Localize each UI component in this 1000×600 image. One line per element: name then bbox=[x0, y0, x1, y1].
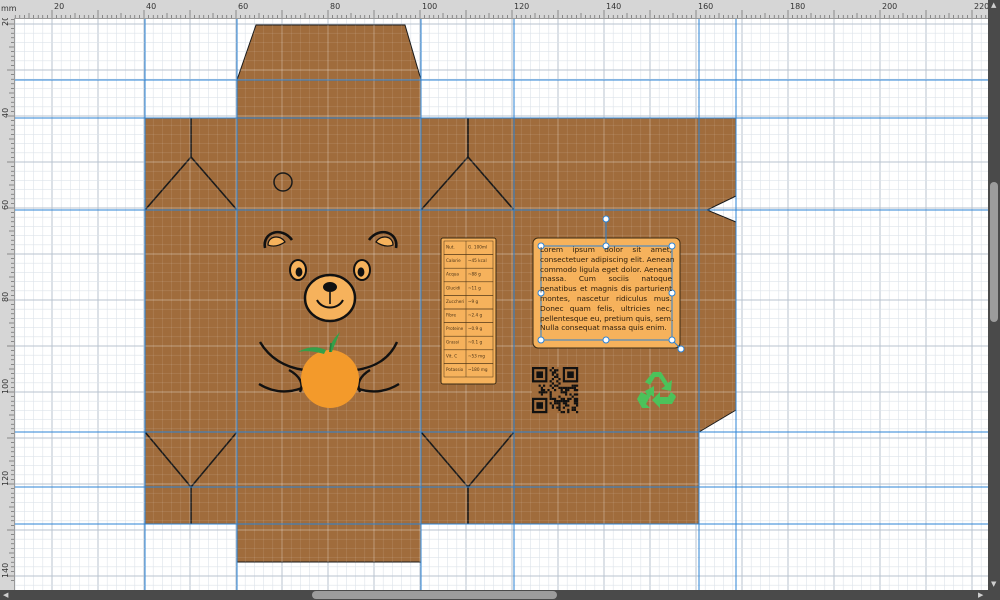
nutrition-label: Vit. C bbox=[446, 353, 457, 358]
vertical-scrollbar[interactable]: ▲ ▼ bbox=[988, 0, 1000, 590]
nutrition-label: Acqua bbox=[446, 272, 459, 277]
scroll-right-icon[interactable]: ▶ bbox=[978, 591, 983, 599]
ruler-label: 20 bbox=[54, 2, 64, 11]
nutrition-value: ~180 mg bbox=[468, 367, 488, 372]
horizontal-scroll-thumb[interactable] bbox=[312, 591, 557, 599]
qr-code-icon bbox=[532, 367, 579, 414]
lorem-line: Nulla consequat massa quis enim. bbox=[540, 323, 667, 333]
nutrition-label: Calorie bbox=[446, 258, 461, 263]
ruler-horizontal[interactable]: 20 40 60 80 100 120 140 160 180 200 220 bbox=[0, 0, 989, 19]
horizontal-scrollbar[interactable]: ◀ ▶ bbox=[0, 590, 1000, 600]
lorem-line: penatibus et magnis dis parturient bbox=[540, 284, 672, 294]
bear-snout bbox=[303, 273, 357, 323]
nutrition-table[interactable]: Nut. G. 100ml Calorie ~45 kcal Acqua ~88 g Glu… bbox=[440, 237, 497, 385]
ruler-label: 140 bbox=[606, 2, 621, 11]
lorem-line: Lorem ipsum dolor sit amet, bbox=[540, 245, 672, 254]
ruler-label: 60 bbox=[238, 2, 248, 11]
ruler-label: 80 bbox=[1, 292, 10, 302]
ruler-label: 180 bbox=[790, 2, 805, 11]
nutrition-value: G. 100ml bbox=[468, 245, 487, 250]
top-flap bbox=[236, 24, 422, 119]
nutrition-label: Glucidi bbox=[446, 285, 460, 290]
ruler-label: 120 bbox=[1, 471, 10, 486]
nutrition-value: ~88 g bbox=[468, 272, 481, 277]
ruler-unit: mm bbox=[0, 0, 17, 18]
ruler-label: 100 bbox=[422, 2, 437, 11]
design-canvas[interactable]: Nut. G. 100ml Calorie ~45 kcal Acqua ~88 g Glu… bbox=[15, 19, 988, 590]
scroll-down-icon[interactable]: ▼ bbox=[991, 580, 996, 588]
nutrition-label: Proteine bbox=[446, 326, 464, 331]
panel-left-side bbox=[144, 117, 238, 433]
lorem-line: montes, nascetur ridiculus mus. bbox=[540, 293, 672, 303]
ruler-vertical-ticks: 20 40 60 80 100 120 140 bbox=[1, 16, 14, 581]
ruler-label: 200 bbox=[882, 2, 897, 11]
ruler-label: 120 bbox=[514, 2, 529, 11]
ruler-label: 80 bbox=[330, 2, 340, 11]
lorem-line: massa. Cum sociis natoque bbox=[540, 274, 672, 284]
lorem-line: Donec quam felis, ultricies nec, bbox=[540, 303, 672, 313]
scroll-left-icon[interactable]: ◀ bbox=[3, 591, 8, 599]
ruler-label: 60 bbox=[1, 200, 10, 210]
ruler-label: 40 bbox=[146, 2, 156, 11]
nutrition-value: ~11 g bbox=[468, 285, 481, 290]
artboard[interactable]: Nut. G. 100ml Calorie ~45 kcal Acqua ~88 g Glu… bbox=[15, 19, 988, 590]
vertical-scroll-thumb[interactable] bbox=[990, 182, 998, 322]
glue-flap bbox=[698, 117, 737, 433]
lorem-line: consectetuer adipiscing elit. Aenean bbox=[540, 254, 675, 264]
nutrition-value: ~53 mg bbox=[468, 353, 485, 358]
bear-left-eye bbox=[289, 259, 307, 281]
nutrition-value: ~0.9 g bbox=[468, 326, 482, 331]
nutrition-label: Zuccheri bbox=[446, 299, 464, 304]
scroll-up-icon[interactable]: ▲ bbox=[991, 1, 996, 9]
lorem-text-frame[interactable]: Lorem ipsum dolor sit amet, consectetuer … bbox=[540, 245, 675, 340]
ruler-label: 160 bbox=[698, 2, 713, 11]
ruler-label: 100 bbox=[1, 379, 10, 394]
nutrition-label: Potassio bbox=[446, 367, 464, 372]
ruler-label: 40 bbox=[1, 108, 10, 118]
lorem-line: pellentesque eu, pretium quis, sem. bbox=[540, 313, 674, 323]
ruler-label: 220 bbox=[974, 2, 988, 11]
ruler-label: 140 bbox=[1, 563, 10, 578]
lorem-line: commodo ligula eget dolor. Aenean bbox=[540, 264, 672, 274]
nutrition-label: Nut. bbox=[446, 245, 455, 250]
bottom-back-flap bbox=[513, 431, 700, 525]
ruler-vertical[interactable]: 20 40 60 80 100 120 140 bbox=[0, 16, 15, 590]
ruler-horizontal-ticks: 20 40 60 80 100 120 140 160 180 200 220 bbox=[14, 2, 989, 18]
nutrition-value: ~45 kcal bbox=[468, 258, 487, 263]
nutrition-label: Fibre bbox=[446, 313, 457, 318]
nutrition-label: Grassi bbox=[446, 340, 459, 345]
nutrition-value: ~0.1 g bbox=[468, 340, 482, 345]
bottom-front-flap bbox=[236, 431, 422, 563]
ruler-label: 20 bbox=[1, 18, 10, 26]
bear-right-eye bbox=[353, 259, 371, 281]
nutrition-value: ~2.4 g bbox=[468, 313, 482, 318]
nutrition-value: ~9 g bbox=[468, 299, 479, 304]
